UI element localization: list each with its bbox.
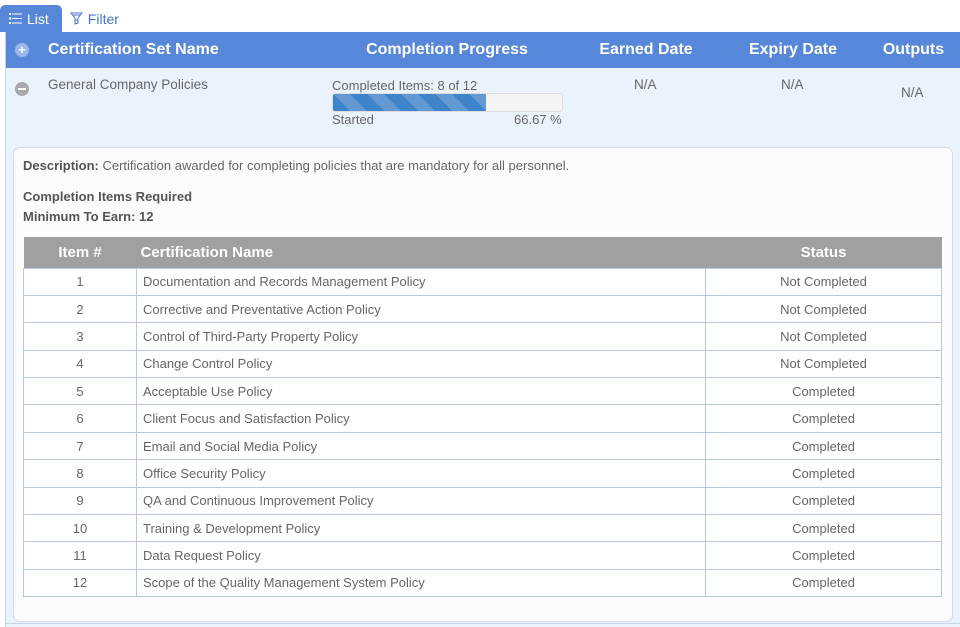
table-row[interactable]: 3 Control of Third-Party Property Policy N… <box>23 322 942 351</box>
item-number: 11 <box>23 541 137 570</box>
minimum-to-earn: Minimum To Earn: 12 <box>23 209 154 224</box>
table-row[interactable]: 4 Change Control Policy Not Completed <box>23 349 942 379</box>
certification-name: Acceptable Use Policy <box>136 377 706 406</box>
table-row[interactable]: 11 Data Request Policy Completed <box>23 541 942 570</box>
description-text: Certification awarded for completing pol… <box>102 158 570 173</box>
certification-name: Documentation and Records Management Pol… <box>136 267 706 296</box>
column-header-name[interactable]: Certification Set Name <box>48 32 219 68</box>
certification-name: Scope of the Quality Management System P… <box>136 568 706 598</box>
item-number: 4 <box>23 349 137 379</box>
completion-items-table: Item # Certification Name Status 1 Docume… <box>23 237 942 598</box>
item-number: 6 <box>23 404 137 433</box>
tab-filter-label: Filter <box>87 10 119 27</box>
status-not-completed: Not Completed <box>705 294 942 324</box>
status-completed: Completed <box>705 459 942 488</box>
description: Description: Certification awarded for c… <box>23 158 569 173</box>
table-row[interactable]: 7 Email and Social Media Policy Completed <box>23 431 942 461</box>
item-number: 12 <box>23 568 137 598</box>
status-completed: Completed <box>705 431 942 461</box>
status-completed: Completed <box>705 486 942 516</box>
item-number: 5 <box>23 377 137 406</box>
table-row[interactable]: 1 Documentation and Records Management Po… <box>23 267 942 296</box>
table-row[interactable]: 6 Client Focus and Satisfaction Policy Com… <box>23 404 942 433</box>
table-row[interactable]: 2 Corrective and Preventative Action Poli… <box>23 294 942 324</box>
certification-name: Office Security Policy <box>136 459 706 488</box>
expiry-date-value: N/A <box>781 77 804 92</box>
table-row[interactable]: 10 Training & Development Policy Completed <box>23 514 942 543</box>
tab-filter[interactable]: Filter <box>62 5 129 32</box>
plus-circle-icon: + <box>15 43 29 57</box>
status-completed: Completed <box>705 568 942 598</box>
item-number: 2 <box>23 294 137 324</box>
table-row[interactable]: 8 Office Security Policy Completed <box>23 459 942 488</box>
certification-name: QA and Continuous Improvement Policy <box>136 486 706 516</box>
status-not-completed: Not Completed <box>705 322 942 351</box>
outputs-value: N/A <box>901 85 924 100</box>
column-header-earned-date[interactable]: Earned Date <box>576 32 716 68</box>
certification-row[interactable]: General Company Policies Completed Items… <box>6 68 960 142</box>
progress-status: Started <box>332 112 374 127</box>
required-heading: Completion Items Required <box>23 189 193 204</box>
status-completed: Completed <box>705 377 942 406</box>
minus-circle-icon <box>15 82 29 96</box>
table-header-row: Item # Certification Name Status <box>23 237 942 268</box>
certification-name: Email and Social Media Policy <box>136 431 706 461</box>
status-not-completed: Not Completed <box>705 267 942 296</box>
certification-name: Training & Development Policy <box>136 514 706 543</box>
tab-list-label: List <box>27 10 49 27</box>
item-number: 9 <box>23 486 137 516</box>
certification-grid: + Certification Set Name Completion Prog… <box>5 32 960 627</box>
item-number: 7 <box>23 431 137 461</box>
list-icon <box>9 13 22 24</box>
certification-name: Change Control Policy <box>136 349 706 379</box>
table-row[interactable]: 5 Acceptable Use Policy Completed <box>23 377 942 406</box>
column-header-progress[interactable]: Completion Progress <box>347 32 547 68</box>
certification-name: Client Focus and Satisfaction Policy <box>136 404 706 433</box>
item-number: 10 <box>23 514 137 543</box>
certification-name: Data Request Policy <box>136 541 706 570</box>
earned-date-value: N/A <box>634 77 657 92</box>
status-not-completed: Not Completed <box>705 349 942 379</box>
header-item-number: Item # <box>23 237 137 268</box>
description-label: Description: <box>23 158 99 173</box>
status-completed: Completed <box>705 404 942 433</box>
header-status: Status <box>705 237 942 268</box>
progress-fill <box>333 94 486 111</box>
item-number: 3 <box>23 322 137 351</box>
progress-label: Completed Items: 8 of 12 <box>332 78 478 93</box>
certification-name: Corrective and Preventative Action Polic… <box>136 294 706 324</box>
header-certification-name: Certification Name <box>136 237 706 268</box>
certification-set-name: General Company Policies <box>48 77 208 92</box>
view-tabs: List Filter <box>0 5 129 32</box>
column-header-outputs[interactable]: Outputs <box>876 32 951 68</box>
collapse-row-button[interactable] <box>15 78 29 96</box>
grid-bottom-border <box>6 623 960 624</box>
grid-header: + Certification Set Name Completion Prog… <box>6 32 960 68</box>
table-row[interactable]: 9 QA and Continuous Improvement Policy Com… <box>23 486 942 516</box>
item-number: 1 <box>23 267 137 296</box>
progress-percent: 66.67 % <box>514 112 562 127</box>
filter-icon <box>69 12 83 25</box>
certification-detail-panel: Description: Certification awarded for c… <box>13 147 953 622</box>
certification-name: Control of Third-Party Property Policy <box>136 322 706 351</box>
tab-list[interactable]: List <box>0 5 62 32</box>
column-header-expiry-date[interactable]: Expiry Date <box>723 32 863 68</box>
status-completed: Completed <box>705 541 942 570</box>
table-row[interactable]: 12 Scope of the Quality Management System… <box>23 568 942 598</box>
item-number: 8 <box>23 459 137 488</box>
expand-all-button[interactable]: + <box>15 32 29 68</box>
progress-bar <box>332 93 563 112</box>
status-completed: Completed <box>705 514 942 543</box>
